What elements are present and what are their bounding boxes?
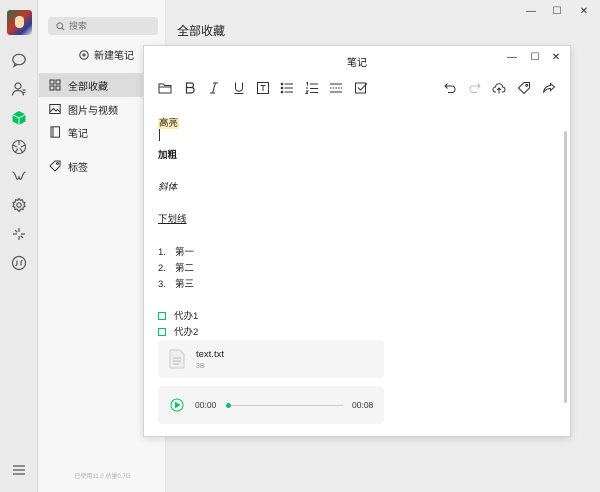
file-attachment[interactable]: text.txt 3B	[158, 340, 384, 378]
vertical-scrollbar[interactable]	[564, 131, 567, 403]
italic-icon[interactable]	[205, 79, 223, 97]
main-minimize-button[interactable]: —	[521, 4, 541, 18]
list-number: 2.	[158, 263, 166, 274]
new-note-button[interactable]: 新建笔记	[79, 47, 134, 62]
file-icon	[169, 349, 185, 369]
undo-icon[interactable]	[441, 79, 459, 97]
audio-progress-knob[interactable]	[226, 403, 231, 408]
sidebar-item-label: 笔记	[68, 128, 88, 140]
list-item-text: 第三	[174, 279, 194, 290]
notebook-icon	[50, 126, 60, 138]
share-icon[interactable]	[540, 79, 558, 97]
italic-text-line[interactable]: 斜体	[158, 179, 177, 193]
ordered-list-item[interactable]: 3. 第三	[158, 276, 194, 290]
tag-icon	[49, 160, 61, 172]
note-minimize-button[interactable]: —	[505, 52, 519, 63]
underline-icon[interactable]	[230, 79, 248, 97]
new-note-label: 新建笔记	[94, 51, 134, 62]
page-title: 全部收藏	[177, 24, 226, 38]
main-close-button[interactable]: ✕	[574, 4, 594, 18]
numbered-list-icon[interactable]	[303, 79, 321, 97]
todo-checkbox[interactable]	[158, 312, 166, 320]
folder-icon[interactable]	[156, 79, 174, 97]
channels-icon[interactable]	[9, 166, 29, 186]
sidebar-item-label: 标签	[68, 162, 88, 174]
main-maximize-button[interactable]: ☐	[547, 4, 567, 18]
image-icon	[49, 104, 61, 114]
list-item-text: 第二	[174, 263, 194, 274]
ordered-list-item[interactable]: 2. 第二	[158, 260, 194, 274]
text-box-icon[interactable]	[254, 79, 272, 97]
list-number: 3.	[158, 279, 166, 290]
list-item-text: 第一	[174, 247, 194, 258]
todo-item[interactable]: 代办1	[158, 308, 198, 322]
audio-total-time: 00:08	[352, 400, 374, 410]
miniprogram-icon[interactable]	[9, 253, 29, 273]
tag-icon[interactable]	[515, 79, 533, 97]
note-editor-window: 笔记 — ☐ ✕ 高亮 加粗 斜体 下划线 1. 第一 2. 第二 3. 第三 …	[143, 45, 571, 437]
format-toolbar	[144, 79, 570, 99]
highlighted-text: 高亮	[158, 118, 180, 129]
audio-current-time: 00:00	[195, 400, 217, 410]
file-name: text.txt	[196, 349, 224, 360]
highlighted-text-line[interactable]: 高亮	[158, 115, 180, 129]
navigation-icon-bar	[0, 0, 38, 492]
divider-icon[interactable]	[327, 79, 345, 97]
audio-player: 00:00 00:08	[158, 386, 384, 424]
list-number: 1.	[158, 247, 166, 258]
menu-icon[interactable]	[9, 460, 29, 480]
search-input[interactable]	[69, 21, 149, 31]
storage-usage-text: 已使用11.0 总量0.7G	[74, 474, 131, 480]
todo-text: 代办2	[174, 327, 199, 338]
sidebar-item-label: 图片与视频	[68, 105, 118, 117]
user-avatar[interactable]	[7, 10, 32, 35]
audio-progress-track[interactable]	[228, 405, 343, 406]
bold-text-line[interactable]: 加粗	[158, 147, 177, 161]
play-icon[interactable]	[170, 398, 184, 412]
search-icon	[56, 21, 65, 30]
underline-text: 下划线	[158, 214, 187, 225]
bold-text: 加粗	[158, 150, 178, 161]
favorites-icon[interactable]	[9, 108, 29, 128]
search-box[interactable]	[48, 17, 158, 35]
cloud-upload-icon[interactable]	[490, 79, 508, 97]
underline-text-line[interactable]: 下划线	[158, 211, 187, 225]
discover-icon[interactable]	[9, 224, 29, 244]
grid-icon	[49, 79, 61, 91]
plus-circle-icon	[79, 49, 89, 60]
note-close-button[interactable]: ✕	[549, 52, 563, 63]
italic-text: 斜体	[158, 182, 178, 193]
contacts-icon[interactable]	[9, 79, 29, 99]
sidebar-item-label: 全部收藏	[68, 81, 108, 93]
file-size: 3B	[196, 363, 205, 370]
bold-icon[interactable]	[181, 79, 199, 97]
todo-checkbox[interactable]	[158, 328, 166, 336]
checkbox-icon[interactable]	[352, 79, 370, 97]
bullet-list-icon[interactable]	[278, 79, 296, 97]
settings-gear-icon[interactable]	[9, 195, 29, 215]
todo-text: 代办1	[174, 311, 199, 322]
ordered-list-item[interactable]: 1. 第一	[158, 244, 194, 258]
note-maximize-button[interactable]: ☐	[528, 52, 542, 63]
redo-icon[interactable]	[466, 79, 484, 97]
todo-item[interactable]: 代办2	[158, 324, 198, 338]
chat-icon[interactable]	[9, 50, 29, 70]
moments-icon[interactable]	[9, 137, 29, 157]
text-cursor	[159, 129, 160, 141]
